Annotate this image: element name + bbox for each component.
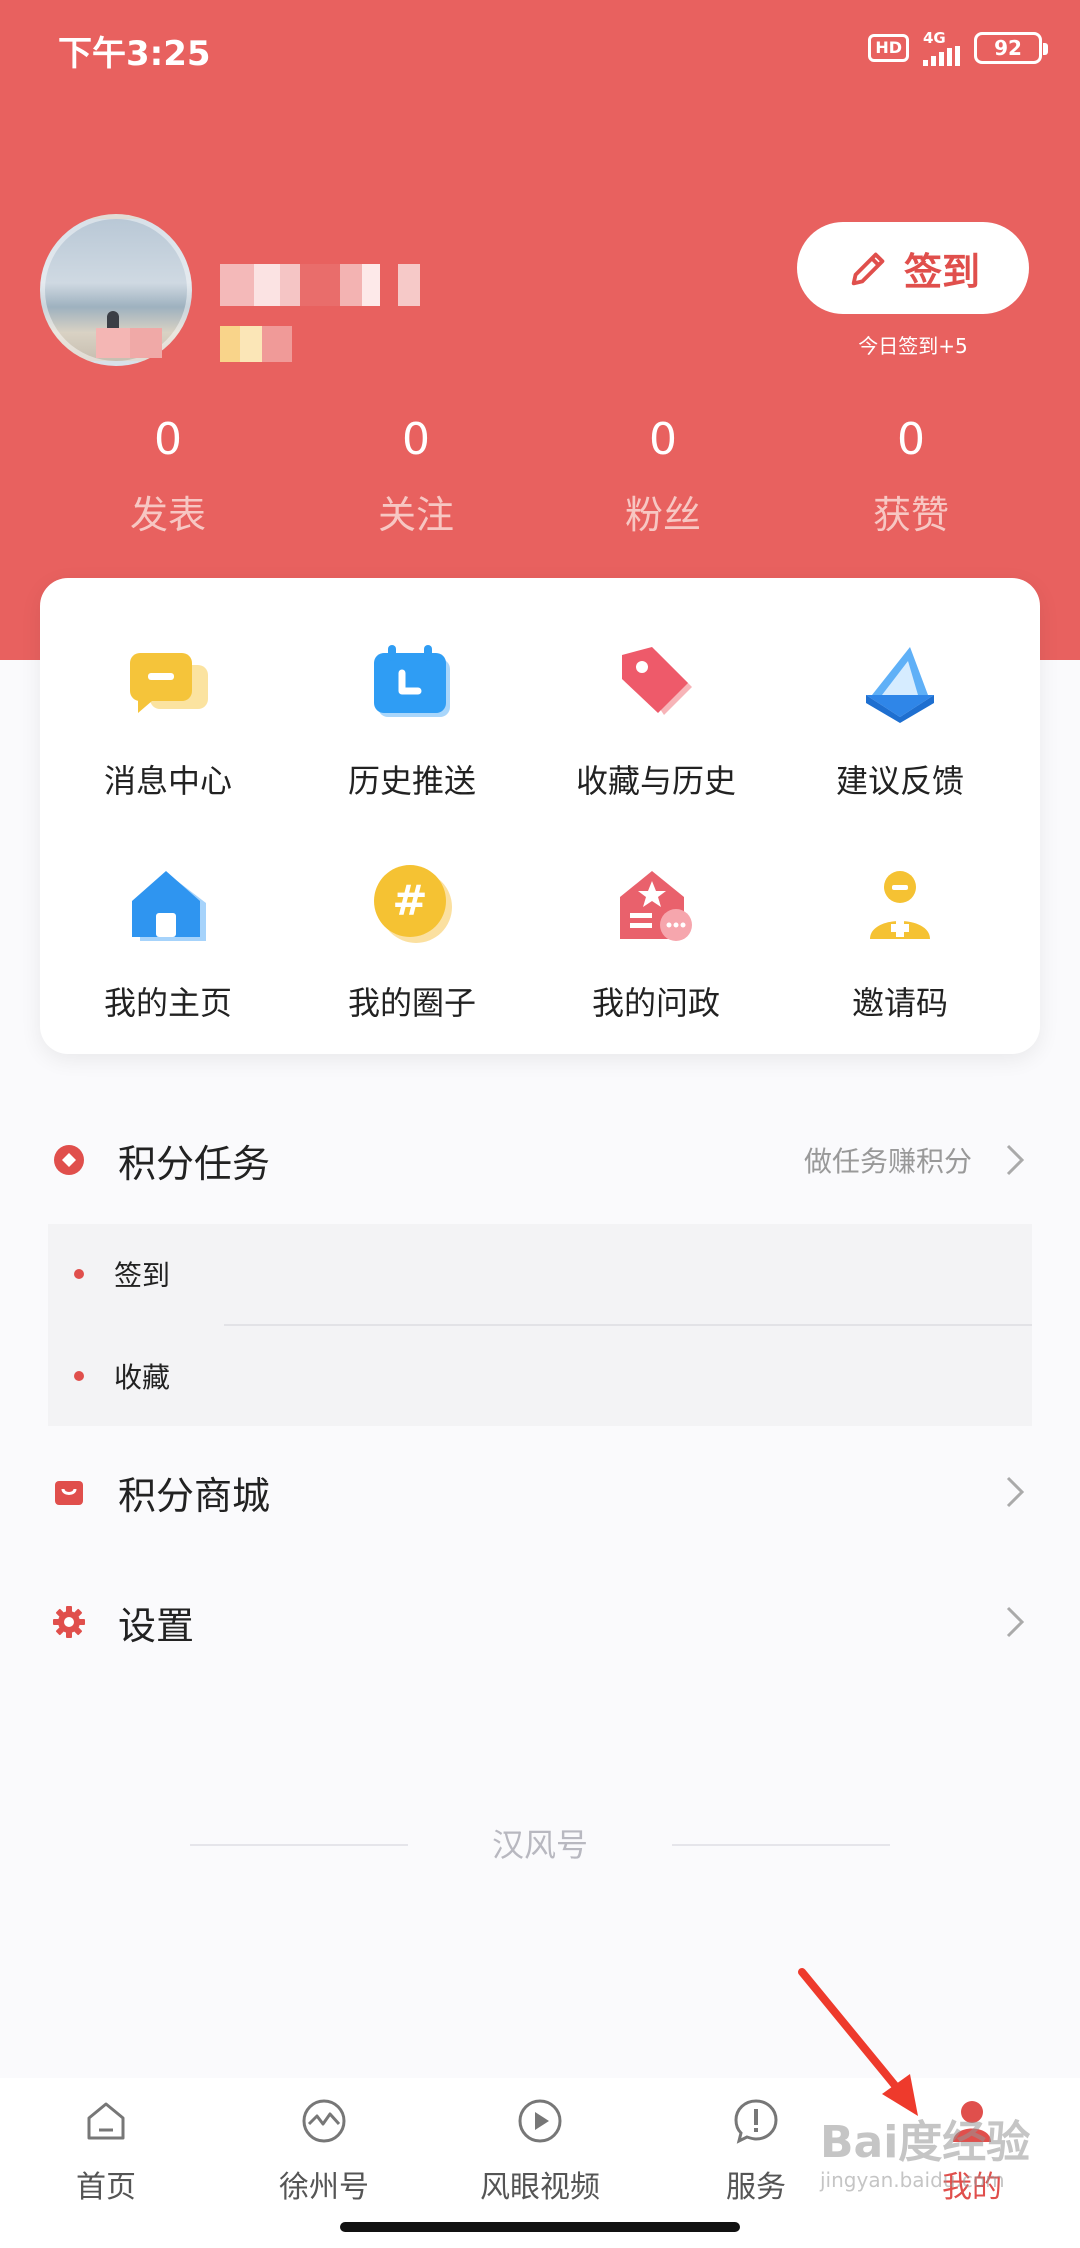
watermark-main: Bai度经验 (820, 2117, 1031, 2168)
stat-likes[interactable]: 0 获赞 (831, 410, 991, 539)
grid-item-my-circle[interactable]: # 我的圈子 (302, 850, 522, 1030)
cellular-signal-icon: 4G (923, 28, 960, 66)
stat-following[interactable]: 0 关注 (336, 410, 496, 539)
tag-icon (601, 628, 711, 738)
envelope-icon (845, 628, 955, 738)
svg-text:#: # (392, 876, 427, 925)
feature-grid-card: 消息中心 历史推送 收藏与历史 建议反馈 我的主页 # 我的圈子 我的问政 邀请… (40, 578, 1040, 1054)
task-item-favorite[interactable]: 收藏 (48, 1326, 1032, 1426)
play-circle-icon (513, 2094, 567, 2148)
stat-label: 关注 (377, 493, 454, 537)
calendar-icon (357, 628, 467, 738)
points-task-hint: 做任务赚积分 (803, 1145, 972, 1178)
bullet-dot (74, 1371, 84, 1381)
signin-bonus-note: 今日签到+5 (858, 334, 968, 358)
status-indicators: HD 4G 92 (868, 28, 1048, 68)
stat-label: 发表 (129, 493, 206, 537)
message-center-icon (113, 628, 223, 738)
status-time: 下午3:25 (58, 34, 211, 74)
tab-label: 首页 (76, 2170, 136, 2205)
watermark-sub: jingyan.baidu.com (820, 2168, 1005, 2192)
tab-home[interactable]: 首页 (6, 2094, 206, 2206)
chevron-right-icon (1006, 1606, 1025, 1638)
task-item-label: 收藏 (114, 1361, 171, 1394)
points-task-list: 签到 收藏 (48, 1224, 1032, 1426)
grid-item-label: 我的圈子 (347, 984, 476, 1022)
task-item-signin[interactable]: 签到 (48, 1224, 1032, 1324)
home-indicator[interactable] (340, 2222, 740, 2232)
grid-item-my-inquiry[interactable]: 我的问政 (546, 850, 766, 1030)
signin-label: 签到 (903, 249, 980, 294)
grid-item-label: 收藏与历史 (575, 762, 736, 800)
stat-label: 获赞 (872, 493, 949, 537)
home-icon (113, 850, 223, 960)
chevron-right-icon (1006, 1476, 1025, 1508)
grid-item-label: 消息中心 (103, 762, 232, 800)
stat-value: 0 (649, 414, 677, 465)
footer-brand-text: 汉风号 (491, 1826, 588, 1864)
settings-row[interactable]: 设置 (0, 1562, 1080, 1682)
grid-item-history-push[interactable]: 历史推送 (302, 628, 522, 808)
grid-item-message-center[interactable]: 消息中心 (58, 628, 278, 808)
gov-house-icon (601, 850, 711, 960)
tab-label: 风眼视频 (480, 2170, 600, 2205)
tab-video[interactable]: 风眼视频 (440, 2094, 640, 2206)
grid-item-label: 邀请码 (851, 984, 948, 1022)
battery-icon: 92 (974, 32, 1048, 64)
grid-item-label: 建议反馈 (835, 762, 964, 800)
grid-item-label: 我的主页 (103, 984, 232, 1022)
points-diamond-icon (54, 1145, 84, 1175)
invite-user-icon (845, 850, 955, 960)
hd-badge: HD (868, 34, 909, 62)
home-outline-icon (79, 2094, 133, 2148)
bullet-dot (74, 1269, 84, 1279)
alert-bubble-icon (729, 2094, 783, 2148)
hashtag-icon: # (357, 850, 467, 960)
settings-title: 设置 (118, 1603, 195, 1648)
stat-posts[interactable]: 0 发表 (88, 410, 248, 539)
grid-item-my-homepage[interactable]: 我的主页 (58, 850, 278, 1030)
points-mall-row[interactable]: 积分商城 (0, 1432, 1080, 1552)
pencil-icon (851, 252, 885, 286)
gear-icon (53, 1606, 85, 1638)
points-mall-title: 积分商城 (118, 1473, 271, 1518)
grid-item-favorites-history[interactable]: 收藏与历史 (546, 628, 766, 808)
stat-value: 0 (154, 414, 182, 465)
stat-value: 0 (402, 414, 430, 465)
pulse-circle-icon (297, 2094, 351, 2148)
tab-xuzhou[interactable]: 徐州号 (224, 2094, 424, 2206)
annotation-arrow-icon (798, 1968, 918, 2116)
task-item-label: 签到 (114, 1259, 171, 1292)
status-bar: 下午3:25 HD 4G 92 (0, 0, 1080, 96)
chevron-right-icon (1006, 1144, 1025, 1176)
stat-value: 0 (897, 414, 925, 465)
grid-item-label: 历史推送 (347, 762, 476, 800)
grid-item-invite-code[interactable]: 邀请码 (790, 850, 1010, 1030)
divider (672, 1844, 890, 1846)
shopping-bag-icon (55, 1481, 83, 1505)
watermark: Bai度经验 jingyan.baidu.com (820, 2118, 1050, 2218)
grid-item-label: 我的问政 (591, 984, 720, 1022)
points-task-title: 积分任务 (118, 1141, 271, 1186)
stat-followers[interactable]: 0 粉丝 (583, 410, 743, 539)
tab-label: 徐州号 (279, 2170, 369, 2205)
stat-label: 粉丝 (624, 493, 701, 537)
points-task-row[interactable]: 积分任务 做任务赚积分 (0, 1100, 1080, 1220)
battery-level: 92 (994, 36, 1022, 60)
network-type: 4G (923, 28, 946, 47)
grid-item-feedback[interactable]: 建议反馈 (790, 628, 1010, 808)
footer-brand: 汉风号 (0, 1820, 1080, 1870)
signin-button[interactable]: 签到 (797, 222, 1029, 314)
